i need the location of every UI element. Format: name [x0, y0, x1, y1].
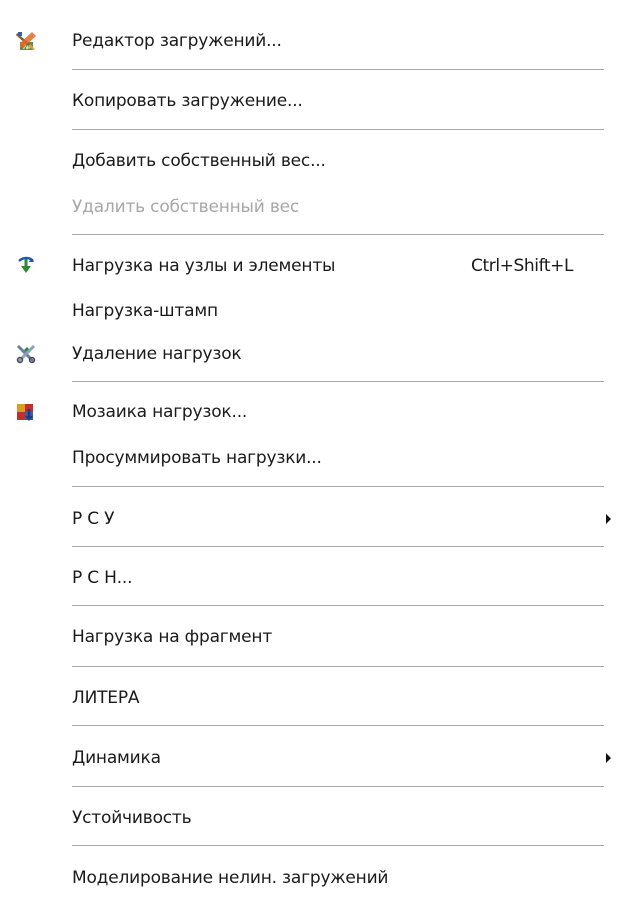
menu-separator	[72, 845, 604, 846]
menu-separator	[72, 129, 604, 130]
menu-separator	[72, 486, 604, 487]
menu-separator	[72, 666, 604, 667]
menu-item-label: Р С У	[72, 509, 115, 529]
menu-separator	[72, 725, 604, 726]
menu-item-rsu[interactable]: Р С У	[0, 502, 624, 536]
menu-item-litera[interactable]: ЛИТЕРА	[0, 681, 624, 715]
menu-item-delete-loads[interactable]: Удаление нагрузок	[0, 337, 624, 371]
menu-item-label: Нагрузка на фрагмент	[72, 627, 273, 647]
menu-item-label: Редактор загружений...	[72, 31, 282, 51]
menu-separator	[72, 605, 604, 606]
shortcut-text: Ctrl+Shift+L	[471, 256, 574, 276]
menu-item-label: Моделирование нелин. загружений	[72, 868, 389, 888]
menu-item-load-mosaic[interactable]: Мозаика нагрузок...	[0, 395, 624, 429]
menu-item-sum-loads[interactable]: Просуммировать нагрузки...	[0, 441, 624, 475]
menu-item-label: Добавить собственный вес...	[72, 151, 326, 171]
menu-item-label: Удалить собственный вес	[72, 197, 300, 217]
menu-item-label: Устойчивость	[72, 808, 192, 828]
delete-loads-icon	[15, 343, 37, 365]
menu-item-label: Просуммировать нагрузки...	[72, 448, 322, 468]
menu-separator	[72, 234, 604, 235]
menu-item-label: Динамика	[72, 748, 161, 768]
mosaic-icon	[15, 401, 37, 423]
menu-item-stability[interactable]: Устойчивость	[0, 801, 624, 835]
load-editor-icon: №	[15, 30, 37, 52]
menu-item-stamp-load[interactable]: Нагрузка-штамп	[0, 294, 624, 328]
menu-item-add-self-weight[interactable]: Добавить собственный вес...	[0, 144, 624, 178]
menu-item-label: Мозаика нагрузок...	[72, 402, 248, 422]
menu-item-load-on-nodes[interactable]: Нагрузка на узлы и элементы Ctrl+Shift+L	[0, 249, 624, 283]
menu-separator	[72, 69, 604, 70]
context-menu: № Редактор загружений... Копировать загр…	[0, 0, 624, 900]
menu-item-label: Нагрузка-штамп	[72, 301, 218, 321]
menu-item-remove-self-weight: Удалить собственный вес	[0, 190, 624, 224]
menu-item-label: Копировать загружение...	[72, 91, 303, 111]
menu-item-label: Нагрузка на узлы и элементы	[72, 256, 336, 276]
menu-item-label: ЛИТЕРА	[72, 688, 140, 708]
menu-item-rsn[interactable]: Р С Н...	[0, 561, 624, 595]
menu-item-fragment-load[interactable]: Нагрузка на фрагмент	[0, 620, 624, 654]
menu-separator	[72, 381, 604, 382]
menu-item-label: Р С Н...	[72, 568, 133, 588]
menu-item-copy-load[interactable]: Копировать загружение...	[0, 84, 624, 118]
menu-separator	[72, 546, 604, 547]
submenu-arrow-icon	[606, 514, 611, 524]
load-nodes-icon	[15, 255, 37, 277]
menu-item-load-editor[interactable]: № Редактор загружений...	[0, 24, 624, 58]
menu-item-label: Удаление нагрузок	[72, 344, 242, 364]
menu-separator	[72, 786, 604, 787]
menu-item-nonlinear-modeling[interactable]: Моделирование нелин. загружений	[0, 861, 624, 895]
submenu-arrow-icon	[606, 753, 611, 763]
menu-item-dynamics[interactable]: Динамика	[0, 741, 624, 775]
